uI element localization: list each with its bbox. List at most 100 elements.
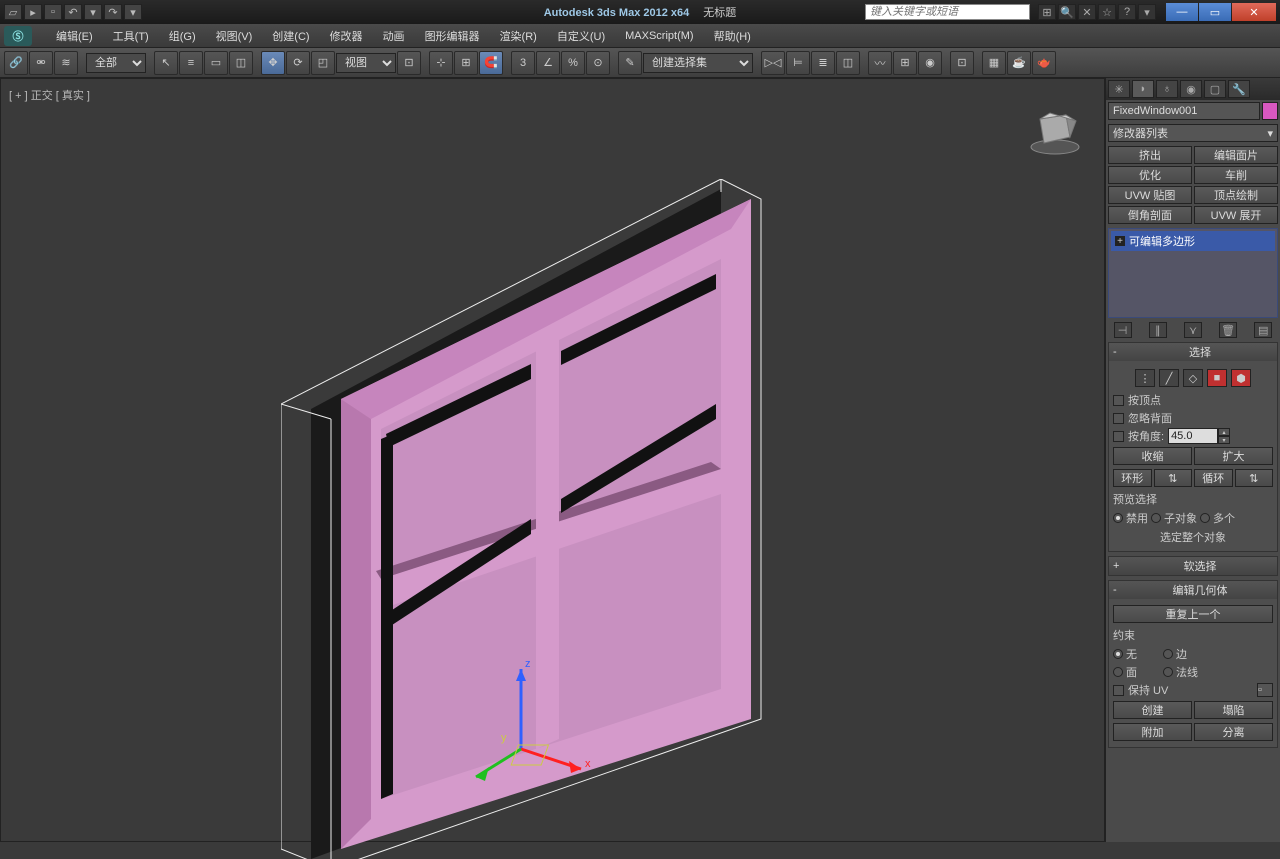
subobj-border-icon[interactable]: ◇ xyxy=(1183,369,1203,387)
maximize-button[interactable]: ▭ xyxy=(1199,3,1231,21)
render-prod-icon[interactable]: ☕ xyxy=(1007,51,1031,75)
link-icon[interactable]: 🔗 xyxy=(4,51,28,75)
subobj-edge-icon[interactable]: ╱ xyxy=(1159,369,1179,387)
configure-icon[interactable]: ▤ xyxy=(1254,322,1272,338)
move-icon[interactable]: ✥ xyxy=(261,51,285,75)
select-name-icon[interactable]: ≡ xyxy=(179,51,203,75)
menu-edit[interactable]: 编辑(E) xyxy=(46,28,103,44)
snap-toggle-icon[interactable]: 🧲 xyxy=(479,51,503,75)
radio-face[interactable] xyxy=(1113,667,1123,677)
rollout-selection-header[interactable]: -选择 xyxy=(1109,343,1277,361)
menu-tools[interactable]: 工具(T) xyxy=(103,28,159,44)
rollout-soft-selection-header[interactable]: +软选择 xyxy=(1109,557,1277,575)
spin-down-icon[interactable]: ▾ xyxy=(1218,436,1230,444)
window-crossing-icon[interactable]: ◫ xyxy=(229,51,253,75)
rotate-icon[interactable]: ⟳ xyxy=(286,51,310,75)
tab-hierarchy-icon[interactable]: ♁ xyxy=(1156,80,1178,98)
menu-graph[interactable]: 图形编辑器 xyxy=(415,28,490,44)
select-icon[interactable]: ↖ xyxy=(154,51,178,75)
pivot-icon[interactable]: ⊡ xyxy=(397,51,421,75)
viewport-label[interactable]: [ + ] 正交 [ 真实 ] xyxy=(9,87,90,103)
mod-bevelprofile[interactable]: 倒角剖面 xyxy=(1108,206,1192,224)
snap-3-icon[interactable]: 3 xyxy=(511,51,535,75)
search-input[interactable] xyxy=(865,4,1030,20)
viewport[interactable]: [ + ] 正交 [ 真实 ] xyxy=(0,78,1105,842)
btn-ring[interactable]: 环形 xyxy=(1113,469,1152,487)
modifier-list-dropdown[interactable]: 修改器列表▾ xyxy=(1108,124,1278,142)
select-region-icon[interactable]: ▭ xyxy=(204,51,228,75)
radio-normal[interactable] xyxy=(1163,667,1173,677)
selection-filter[interactable]: 全部 xyxy=(86,53,146,73)
render-frame-icon[interactable]: ▦ xyxy=(982,51,1006,75)
menu-render[interactable]: 渲染(R) xyxy=(490,28,547,44)
undo-dd-icon[interactable]: ▾ xyxy=(84,4,102,20)
btn-detach[interactable]: 分离 xyxy=(1194,723,1273,741)
show-end-icon[interactable]: ∥ xyxy=(1149,322,1167,338)
scale-icon[interactable]: ◰ xyxy=(311,51,335,75)
manipulate-icon[interactable]: ⊹ xyxy=(429,51,453,75)
modifier-stack[interactable]: + 可编辑多边形 xyxy=(1108,228,1278,318)
ref-coord-system[interactable]: 视图 xyxy=(336,53,396,73)
app-menu-button[interactable]: Ⓢ xyxy=(4,26,32,46)
radio-subobj[interactable] xyxy=(1151,513,1161,523)
star-icon[interactable]: ☆ xyxy=(1098,4,1116,20)
loop-spin-icon[interactable]: ⇅ xyxy=(1235,469,1274,487)
subobj-element-icon[interactable]: ⬢ xyxy=(1231,369,1251,387)
radio-edge[interactable] xyxy=(1163,649,1173,659)
btn-attach[interactable]: 附加 xyxy=(1113,723,1192,741)
menu-group[interactable]: 组(G) xyxy=(159,28,206,44)
mod-unwrap[interactable]: UVW 展开 xyxy=(1194,206,1278,224)
expand-icon[interactable]: + xyxy=(1115,236,1125,246)
menu-modifiers[interactable]: 修改器 xyxy=(320,28,373,44)
btn-create[interactable]: 创建 xyxy=(1113,701,1192,719)
stack-item-editable-poly[interactable]: + 可编辑多边形 xyxy=(1111,231,1275,251)
subobj-vertex-icon[interactable]: ⋮ xyxy=(1135,369,1155,387)
mod-vertpaint[interactable]: 顶点绘制 xyxy=(1194,186,1278,204)
undo-icon[interactable]: ↶ xyxy=(64,4,82,20)
tab-utilities-icon[interactable]: 🔧 xyxy=(1228,80,1250,98)
key-icon[interactable]: ✕ xyxy=(1078,4,1096,20)
named-selection-set[interactable]: 创建选择集 xyxy=(643,53,753,73)
angle-input[interactable] xyxy=(1168,428,1218,444)
btn-repeat-last[interactable]: 重复上一个 xyxy=(1113,605,1273,623)
btn-loop[interactable]: 循环 xyxy=(1194,469,1233,487)
chk-by-vertex[interactable] xyxy=(1113,395,1124,406)
spin-up-icon[interactable]: ▴ xyxy=(1218,428,1230,436)
pin-stack-icon[interactable]: ⊣ xyxy=(1114,322,1132,338)
close-button[interactable]: ✕ xyxy=(1232,3,1276,21)
render-setup-icon[interactable]: ⊡ xyxy=(950,51,974,75)
remove-mod-icon[interactable]: 🗑 xyxy=(1219,322,1237,338)
layer-manager-icon[interactable]: ◫ xyxy=(836,51,860,75)
redo-icon[interactable]: ↷ xyxy=(104,4,122,20)
preserve-uv-settings-icon[interactable]: ▫ xyxy=(1257,683,1273,697)
mod-extrude[interactable]: 挤出 xyxy=(1108,146,1192,164)
menu-customize[interactable]: 自定义(U) xyxy=(547,28,615,44)
radio-multi[interactable] xyxy=(1200,513,1210,523)
mirror-icon[interactable]: ▷◁ xyxy=(761,51,785,75)
menu-maxscript[interactable]: MAXScript(M) xyxy=(615,30,703,42)
mod-uvwmap[interactable]: UVW 贴图 xyxy=(1108,186,1192,204)
tab-create-icon[interactable]: ✳ xyxy=(1108,80,1130,98)
redo-dd-icon[interactable]: ▾ xyxy=(124,4,142,20)
material-icon[interactable]: ◉ xyxy=(918,51,942,75)
viewcube[interactable] xyxy=(1026,99,1084,155)
help-icon[interactable]: ? xyxy=(1118,4,1136,20)
mod-editpatch[interactable]: 编辑面片 xyxy=(1194,146,1278,164)
align-icon[interactable]: ⊨ xyxy=(786,51,810,75)
chk-ignore-backface[interactable] xyxy=(1113,413,1124,424)
radio-none[interactable] xyxy=(1113,649,1123,659)
menu-create[interactable]: 创建(C) xyxy=(262,28,319,44)
tab-modify-icon[interactable]: ◗ xyxy=(1132,80,1154,98)
percent-snap-icon[interactable]: % xyxy=(561,51,585,75)
menu-animation[interactable]: 动画 xyxy=(373,28,415,44)
object-color-swatch[interactable] xyxy=(1262,102,1278,120)
layers-icon[interactable]: ≣ xyxy=(811,51,835,75)
curve-editor-icon[interactable]: 〰 xyxy=(868,51,892,75)
btn-grow[interactable]: 扩大 xyxy=(1194,447,1273,465)
ring-spin-icon[interactable]: ⇅ xyxy=(1154,469,1193,487)
btn-shrink[interactable]: 收缩 xyxy=(1113,447,1192,465)
minimize-button[interactable]: — xyxy=(1166,3,1198,21)
spinner-snap-icon[interactable]: ⊙ xyxy=(586,51,610,75)
radio-disable[interactable] xyxy=(1113,513,1123,523)
menu-help[interactable]: 帮助(H) xyxy=(704,28,761,44)
